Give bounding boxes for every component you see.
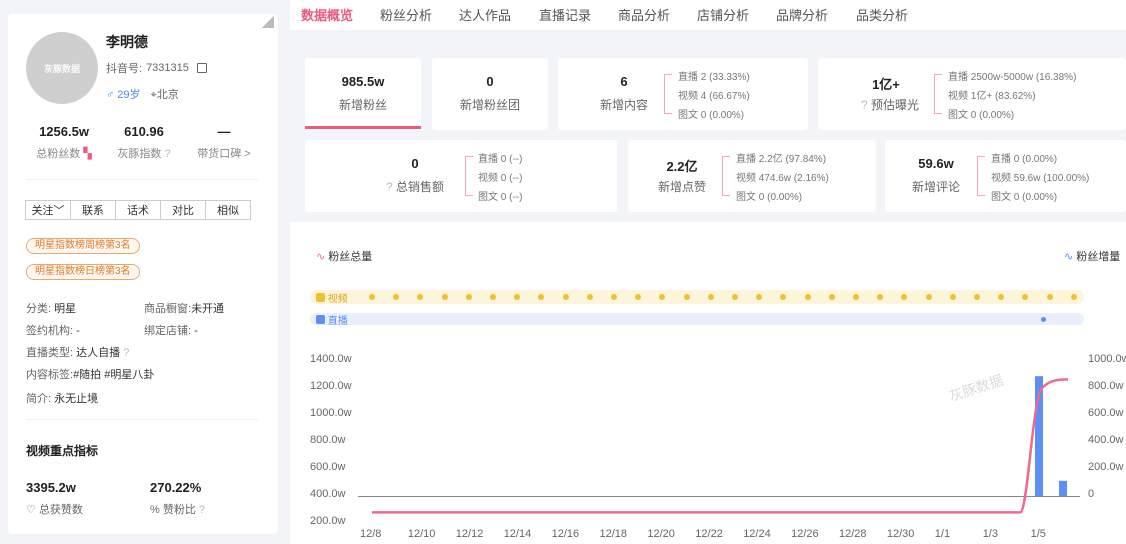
x-tick: 12/26 [791,528,819,540]
x-tick: 12/14 [503,528,532,540]
bar-increment[interactable] [1059,480,1067,496]
x-tick: 12/16 [551,528,580,540]
x-tick: 12/28 [839,528,867,540]
x-tick: 12/30 [886,528,915,540]
x-tick: 1/3 [982,528,998,540]
x-tick: 12/18 [599,528,628,540]
x-tick: 1/5 [1030,528,1046,540]
x-tick: 12/20 [647,528,675,540]
x-tick: 12/24 [743,528,771,540]
chart-svg [372,376,1069,514]
x-tick: 12/8 [360,528,382,540]
x-tick: 12/22 [695,528,723,540]
x-tick: 12/10 [407,528,436,540]
x-tick: 12/12 [455,528,484,540]
x-tick: 1/1 [934,528,951,540]
